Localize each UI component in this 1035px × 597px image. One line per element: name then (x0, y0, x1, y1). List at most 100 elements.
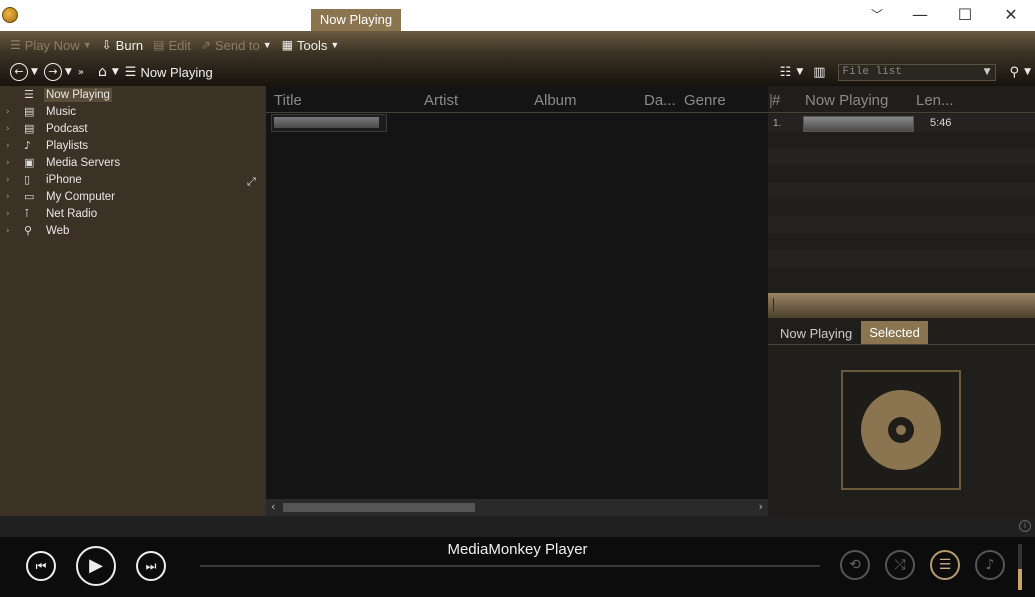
volume-icon[interactable]: ♪ (975, 550, 1005, 580)
sidebar-item-label: Playlists (46, 139, 89, 152)
column-header-length[interactable]: Len... (916, 92, 954, 109)
view-mode-caret-icon[interactable]: ▼ (796, 67, 803, 77)
column-header-album[interactable]: Album (534, 92, 577, 109)
edit-button[interactable]: ▤ Edit (153, 38, 191, 53)
splitter-grip[interactable] (773, 298, 774, 311)
maximize-button[interactable]: ☐ (950, 4, 980, 26)
next-button[interactable]: ⏭ (136, 551, 166, 581)
expand-chevron-icon[interactable]: › (6, 209, 16, 219)
minimize-button[interactable]: — (905, 4, 935, 26)
tools-icon: ▦ (281, 38, 294, 52)
search-icon[interactable]: ⚲ (1010, 65, 1020, 80)
expand-chevron-icon[interactable]: › (6, 226, 16, 236)
send-to-button[interactable]: ⇗ Send to ▼ (201, 38, 272, 53)
play-now-label: Play Now (24, 37, 80, 53)
tab-divider (768, 344, 1035, 345)
expand-chevron-icon[interactable]: › (6, 141, 16, 151)
tab-now-playing-info[interactable]: Now Playing (780, 326, 852, 341)
web-icon: ⚲ (24, 224, 33, 237)
sidebar-item-label: Now Playing (44, 87, 112, 102)
tools-button[interactable]: ▦ Tools ▼ (282, 38, 340, 53)
play-button[interactable]: ▶ (76, 546, 116, 586)
column-header-genre[interactable]: Genre (684, 92, 726, 109)
list-row (768, 250, 1035, 267)
disc-icon (861, 390, 941, 470)
sidebar-item-label: Music (46, 105, 77, 118)
expand-chevron-icon[interactable]: › (6, 158, 16, 168)
file-list-label: File list (842, 65, 902, 78)
back-button[interactable]: ← (10, 63, 28, 81)
scroll-right-icon[interactable]: › (759, 500, 763, 513)
horizontal-scrollbar[interactable]: ‹ › (266, 499, 768, 516)
back-history-caret-icon[interactable]: ▼ (31, 67, 38, 77)
album-art (841, 370, 961, 490)
sidebar-item-web[interactable]: › ⚲ Web (0, 222, 266, 239)
radio-icon: ⊺ (24, 207, 30, 220)
sidebar-item-podcast[interactable]: › ▤ Podcast (0, 120, 266, 137)
column-header-title[interactable]: Title (274, 92, 302, 109)
repeat-icon[interactable]: ⟲ (840, 550, 870, 580)
column-header-artist[interactable]: Artist (424, 92, 458, 109)
shuffle-icon[interactable]: ⤮ (885, 550, 915, 580)
scroll-left-icon[interactable]: ‹ (271, 500, 275, 513)
expand-chevron-icon[interactable]: › (6, 107, 16, 117)
panel-splitter[interactable] (768, 293, 1035, 318)
sidebar-item-playlists[interactable]: › ♪ Playlists (0, 137, 266, 154)
volume-slider[interactable] (1018, 544, 1022, 590)
redacted-title (274, 117, 379, 128)
sidebar-item-net-radio[interactable]: › ⊺ Net Radio (0, 205, 266, 222)
home-icon[interactable]: ⌂ (98, 64, 107, 80)
now-playing-breadcrumb-icon: ☰ (124, 64, 137, 80)
expand-chevron-icon[interactable]: › (6, 175, 16, 185)
expand-chevron-icon[interactable]: › (6, 124, 16, 134)
playlist-toggle-icon[interactable]: ☰ (930, 550, 960, 580)
search-caret-icon[interactable]: ▼ (1024, 67, 1031, 77)
column-header-now-playing[interactable]: Now Playing (805, 92, 888, 109)
burn-button[interactable]: ⇩ Burn (102, 38, 144, 53)
playlist-icon: ♪ (24, 139, 32, 152)
sidebar-item-now-playing[interactable]: ☰ Now Playing (0, 86, 266, 103)
info-icon[interactable]: i (1019, 520, 1031, 532)
tab-now-playing[interactable]: Now Playing (311, 9, 401, 31)
file-list-dropdown[interactable]: File list ▼ (837, 63, 996, 81)
navigation-row: ← ▼ → ▼ » ⌂ ▼ ☰ Now Playing (10, 61, 213, 83)
volume-level (1018, 569, 1022, 590)
columns-icon[interactable]: ▥ (813, 65, 825, 80)
now-playing-icon: ☰ (24, 88, 34, 101)
table-row[interactable] (271, 114, 387, 132)
expand-chevron-icon[interactable]: › (6, 192, 16, 202)
more-icon[interactable]: » (78, 67, 84, 78)
edit-icon: ▤ (153, 38, 165, 52)
sidebar-item-label: My Computer (46, 190, 116, 203)
column-header-date[interactable]: Da... (644, 92, 676, 109)
forward-button[interactable]: → (43, 63, 62, 81)
tab-selected[interactable]: Selected (861, 321, 928, 344)
previous-button[interactable]: ⏮ (26, 551, 56, 581)
toolbar: ☰ Play Now ▼ ⇩ Burn ▤ Edit ⇗ Send to ▼ ▦… (0, 31, 1035, 86)
view-mode-icon[interactable]: ☷ (780, 65, 792, 80)
title-bar: Now Playing ﹀ — ☐ ✕ (0, 0, 1035, 31)
sidebar-item-iphone[interactable]: › ▯ iPhone (0, 171, 266, 188)
title-dropdown-icon[interactable]: ﹀ (862, 4, 892, 26)
sync-device-icon[interactable]: ⤢ (247, 175, 256, 189)
play-now-button[interactable]: ☰ Play Now ▼ (10, 38, 92, 53)
breadcrumb[interactable]: Now Playing (140, 65, 212, 80)
sidebar: ☰ Now Playing › ▤ Music › ▤ Podcast › ♪ … (0, 86, 266, 516)
close-button[interactable]: ✕ (996, 4, 1026, 26)
sidebar-item-my-computer[interactable]: › ▭ My Computer (0, 188, 266, 205)
forward-history-caret-icon[interactable]: ▼ (65, 67, 72, 77)
chevron-down-icon: ▼ (82, 40, 92, 50)
right-tools: ☷ ▼ ▥ File list ▼ ⚲ ▼ (780, 61, 1035, 83)
seek-bar[interactable] (200, 565, 820, 567)
header-divider (266, 112, 768, 113)
chevron-down-icon: ▼ (983, 66, 991, 77)
scrollbar-thumb[interactable] (283, 503, 475, 512)
sidebar-item-media-servers[interactable]: › ▣ Media Servers (0, 154, 266, 171)
track-length: 5:46 (930, 117, 952, 129)
music-icon: ▤ (24, 105, 35, 118)
home-caret-icon[interactable]: ▼ (112, 67, 119, 77)
edit-label: Edit (168, 37, 191, 53)
sidebar-item-music[interactable]: › ▤ Music (0, 103, 266, 120)
mediamonkey-logo-icon (2, 7, 18, 23)
column-header-number[interactable]: # (772, 92, 780, 109)
